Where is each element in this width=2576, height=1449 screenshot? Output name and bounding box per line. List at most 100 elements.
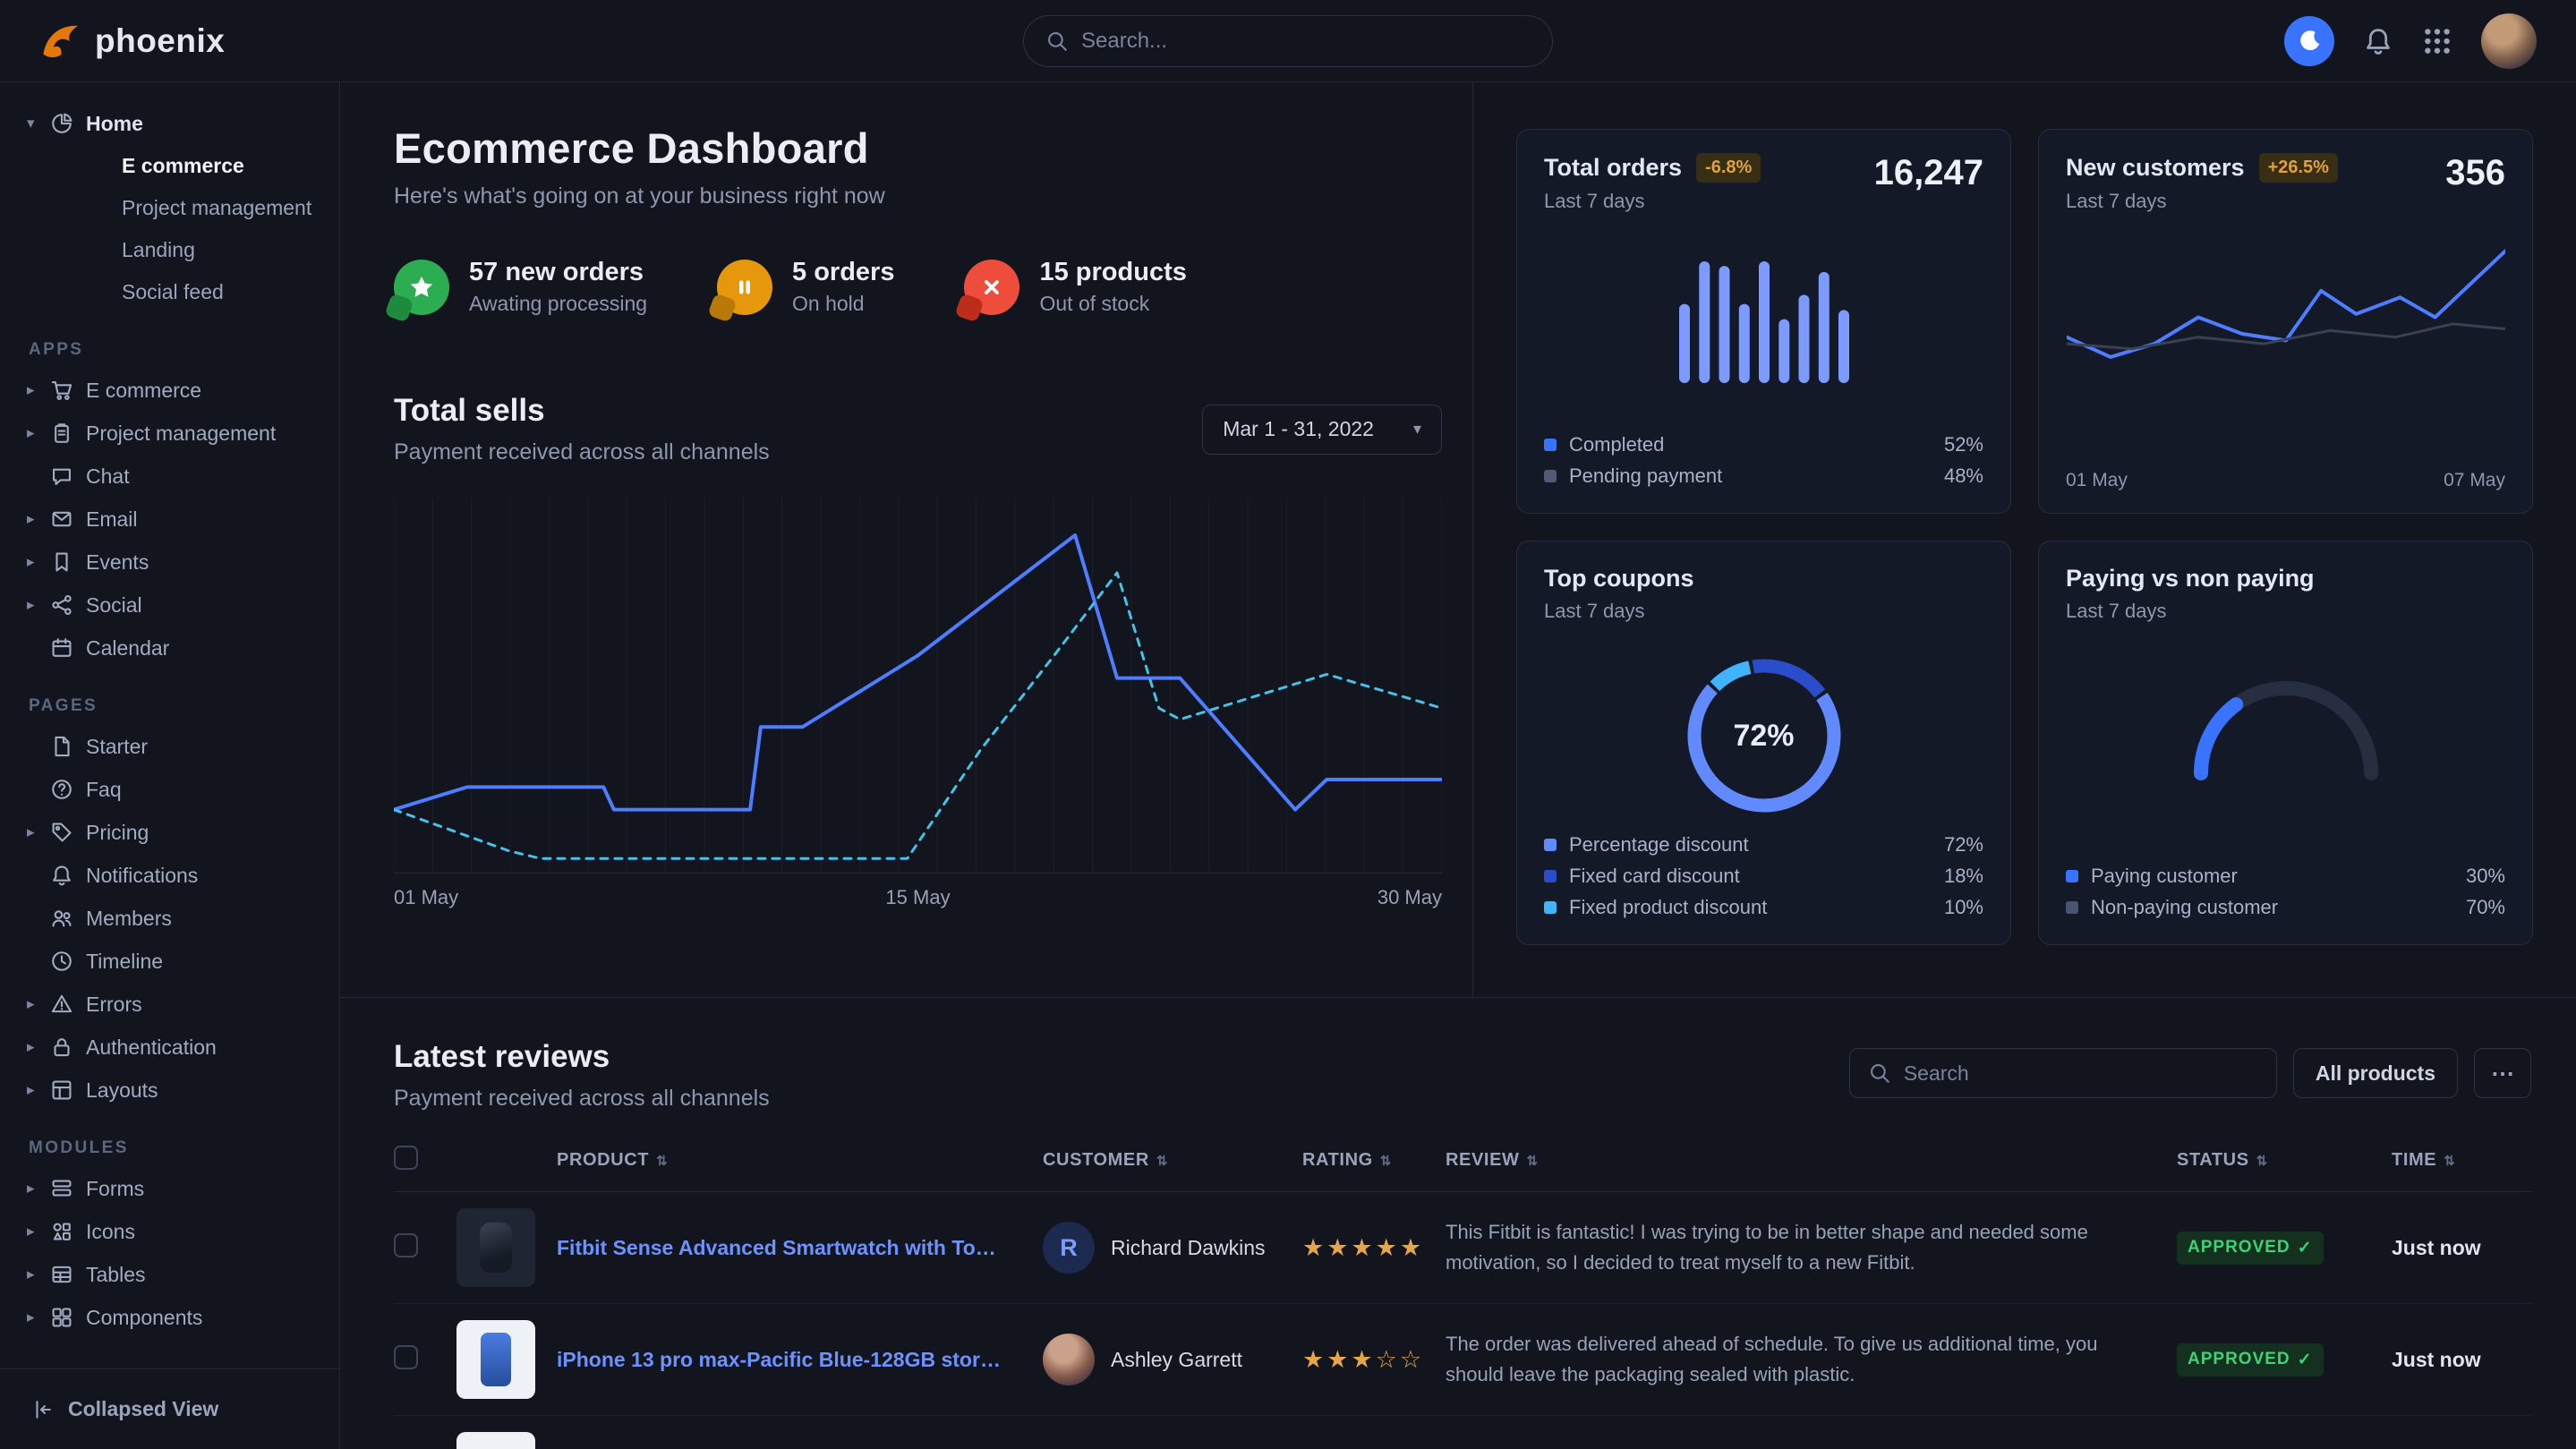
legend-label: Fixed card discount <box>1569 865 1740 888</box>
legend-item: Paying customer30% <box>2066 860 2505 891</box>
sidebar-item-faq[interactable]: Faq <box>27 768 316 811</box>
sort-icon: ⇅ <box>656 1154 668 1169</box>
moon-icon <box>2296 28 2323 55</box>
more-options-button[interactable]: ⋯ <box>2474 1048 2531 1098</box>
global-search[interactable] <box>1023 15 1553 67</box>
sidebar-item-icons[interactable]: ▸Icons <box>27 1210 316 1253</box>
notifications-bell-icon[interactable] <box>2363 26 2393 56</box>
brand-logo[interactable]: phoenix <box>39 21 225 62</box>
sidebar-item-chat[interactable]: Chat <box>27 455 316 498</box>
top-coupons-card: Top coupons Last 7 days 72% Percentage d… <box>1516 541 2011 945</box>
caret-right-icon: ▸ <box>27 553 50 571</box>
search-icon <box>1868 1061 1891 1085</box>
total-orders-value: 16,247 <box>1874 153 1983 193</box>
sidebar-item-e-commerce[interactable]: ▸E commerce <box>27 369 316 412</box>
sidebar-item-social[interactable]: ▸Social <box>27 584 316 626</box>
all-products-button[interactable]: All products <box>2293 1048 2458 1098</box>
sidebar-item-timeline[interactable]: Timeline <box>27 940 316 983</box>
sidebar-item-email[interactable]: ▸Email <box>27 498 316 541</box>
global-search-input[interactable] <box>1081 29 1531 54</box>
total-orders-legend: Completed52%Pending payment48% <box>1544 429 1983 491</box>
sort-icon: ⇅ <box>1156 1154 1168 1169</box>
legend-label: Paying customer <box>2091 865 2238 888</box>
sidebar-item-e-commerce[interactable]: E commerce <box>27 145 316 187</box>
sidebar-item-components[interactable]: ▸Components <box>27 1296 316 1339</box>
top-coupons-legend: Percentage discount72%Fixed card discoun… <box>1544 829 1983 923</box>
paying-legend: Paying customer30%Non-paying customer70% <box>2066 860 2505 923</box>
row-checkbox[interactable] <box>394 1233 418 1257</box>
stat-item: 5 ordersOn hold <box>717 258 894 316</box>
card-period: Last 7 days <box>2066 190 2338 213</box>
warning-icon <box>50 993 73 1016</box>
pause-icon <box>717 260 772 315</box>
sidebar-item-forms[interactable]: ▸Forms <box>27 1167 316 1210</box>
reviews-search[interactable] <box>1849 1048 2277 1098</box>
question-icon <box>50 778 73 801</box>
phoenix-logo-icon <box>39 21 81 62</box>
total-sells-x-axis: 01 May 15 May 30 May <box>394 886 1442 909</box>
select-all-checkbox[interactable] <box>394 1146 418 1170</box>
product-image[interactable] <box>456 1208 535 1287</box>
column-header-product[interactable]: PRODUCT⇅ <box>456 1146 1043 1192</box>
total-sells-chart <box>394 498 1442 874</box>
card-title: Top coupons <box>1544 565 1693 592</box>
caret-right-icon: ▸ <box>27 424 50 442</box>
share-icon <box>50 593 73 617</box>
sidebar-item-pricing[interactable]: ▸Pricing <box>27 811 316 854</box>
product-link[interactable]: Fitbit Sense Advanced Smartwatch with To… <box>557 1236 1004 1260</box>
caret-right-icon: ▸ <box>27 995 50 1013</box>
card-period: Last 7 days <box>1544 190 1761 213</box>
sidebar-item-project-management[interactable]: ▸Project management <box>27 412 316 455</box>
top-navbar: phoenix <box>0 0 2576 82</box>
sidebar-item-authentication[interactable]: ▸Authentication <box>27 1026 316 1069</box>
stat-item: 15 productsOut of stock <box>964 258 1186 316</box>
envelope-icon <box>50 507 73 531</box>
sidebar-item-members[interactable]: Members <box>27 897 316 940</box>
sidebar-item-project-management[interactable]: Project management <box>27 187 316 229</box>
legend-label: Percentage discount <box>1569 833 1749 857</box>
row-checkbox[interactable] <box>394 1345 418 1369</box>
new-customers-value: 356 <box>2445 153 2505 193</box>
product-image[interactable] <box>456 1432 535 1449</box>
column-header-status[interactable]: STATUS⇅ <box>2177 1146 2392 1192</box>
customer-avatar <box>1043 1334 1095 1385</box>
sidebar-item-layouts[interactable]: ▸Layouts <box>27 1069 316 1112</box>
legend-swatch <box>1544 901 1557 914</box>
card-period: Last 7 days <box>2066 600 2315 623</box>
apps-grid-icon[interactable] <box>2422 26 2452 56</box>
stat-value: 5 orders <box>792 258 894 287</box>
sidebar-item-home[interactable]: ▾Home <box>27 102 316 145</box>
file-icon <box>50 735 73 758</box>
sidebar-section-title: MODULES <box>29 1138 316 1158</box>
sidebar-item-tables[interactable]: ▸Tables <box>27 1253 316 1296</box>
collapse-icon <box>30 1398 54 1421</box>
caret-right-icon: ▸ <box>27 596 50 614</box>
product-image[interactable] <box>456 1320 535 1399</box>
sort-icon: ⇅ <box>2444 1154 2455 1169</box>
review-text: This Fitbit is fantastic! I was trying t… <box>1446 1217 2162 1278</box>
column-header-customer[interactable]: CUSTOMER⇅ <box>1043 1146 1302 1192</box>
sidebar-item-social-feed[interactable]: Social feed <box>27 271 316 313</box>
change-badge: +26.5% <box>2259 153 2338 183</box>
cart-icon <box>50 379 73 402</box>
column-header-rating[interactable]: RATING⇅ <box>1302 1146 1446 1192</box>
status-badge: APPROVED ✓ <box>2177 1232 2324 1265</box>
reviews-search-input[interactable] <box>1904 1061 2258 1086</box>
date-range-select[interactable]: Mar 1 - 31, 2022 ▾ <box>1202 405 1442 455</box>
table-icon <box>50 1263 73 1286</box>
column-header-time[interactable]: TIME⇅ <box>2392 1146 2531 1192</box>
sidebar-item-events[interactable]: ▸Events <box>27 541 316 584</box>
sidebar-item-calendar[interactable]: Calendar <box>27 626 316 669</box>
product-link[interactable]: iPhone 13 pro max-Pacific Blue-128GB sto… <box>557 1348 1004 1372</box>
collapsed-view-toggle[interactable]: Collapsed View <box>0 1368 339 1449</box>
sidebar-item-starter[interactable]: Starter <box>27 725 316 768</box>
theme-toggle-button[interactable] <box>2284 16 2334 66</box>
caret-right-icon: ▸ <box>27 823 50 841</box>
sidebar-item-landing[interactable]: Landing <box>27 229 316 271</box>
legend-value: 48% <box>1944 465 1983 488</box>
column-header-review[interactable]: REVIEW⇅ <box>1446 1146 2177 1192</box>
sidebar-item-notifications[interactable]: Notifications <box>27 854 316 897</box>
sidebar-item-errors[interactable]: ▸Errors <box>27 983 316 1026</box>
customer-avatar: R <box>1043 1222 1095 1274</box>
user-avatar[interactable] <box>2481 13 2537 69</box>
